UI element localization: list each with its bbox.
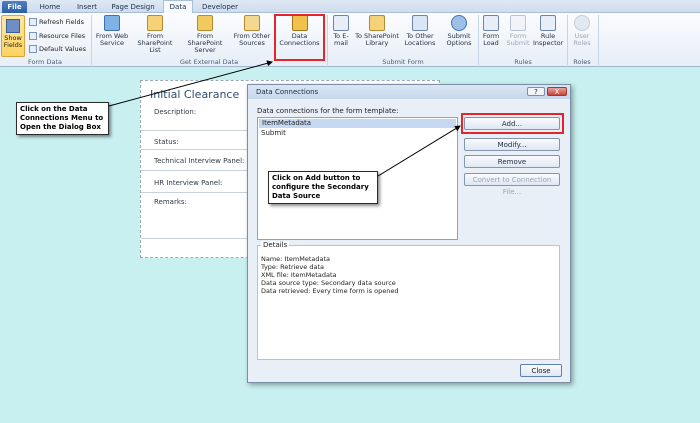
arrow-to-add-button [377,125,461,177]
callout-data-connections: Click on the Data Connections Menu to Op… [16,102,109,135]
arrow-to-data-connections [108,60,273,107]
annotation-arrows [108,60,461,177]
callout-add-button: Click on Add button to configure the Sec… [268,171,378,204]
